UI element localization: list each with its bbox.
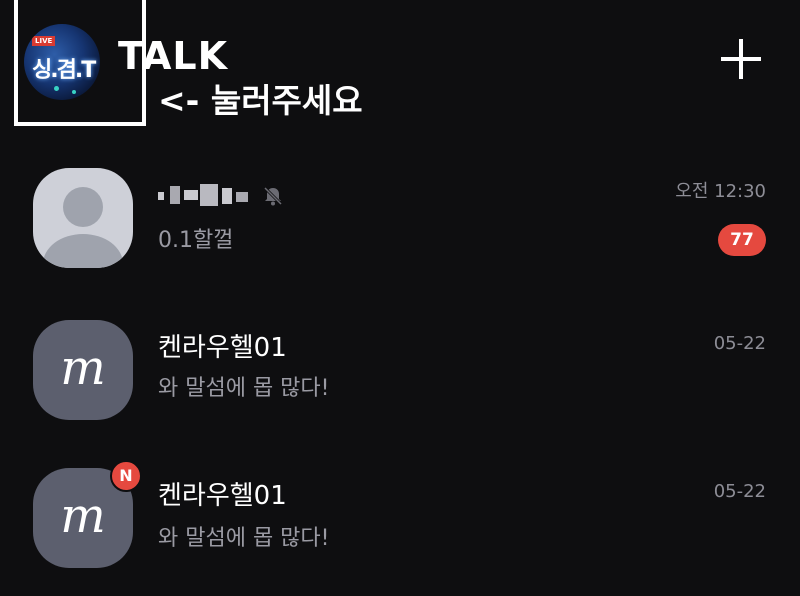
chat-preview: 와 말섬에 몹 많다! — [158, 376, 330, 401]
avatar-letter: m — [60, 488, 106, 544]
plus-icon-vertical — [739, 39, 743, 79]
default-person-avatar — [33, 168, 133, 268]
bell-slash-icon — [263, 186, 283, 206]
profile-logo-button[interactable]: LIVE 싱.겸.T — [24, 24, 100, 100]
chat-list-screen: LIVE 싱.겸.T TALK <- 눌러주세요 0.1할껄 오전 12:30 … — [0, 0, 800, 596]
logo-text: 싱.겸.T — [32, 58, 96, 83]
chat-name: 켄라우헬01 — [158, 333, 287, 363]
avatar-letter: m — [60, 340, 106, 396]
chat-name: 켄라우헬01 — [158, 481, 287, 511]
chat-time: 05-22 — [713, 333, 766, 354]
logo-decoration — [72, 90, 76, 94]
unread-count-badge: 77 — [718, 224, 766, 256]
chat-list-item[interactable] — [0, 158, 800, 288]
app-title: TALK — [118, 34, 229, 78]
chat-time: 오전 12:30 — [675, 181, 766, 202]
new-message-badge: N — [110, 460, 142, 492]
hint-text: <- 눌러주세요 — [158, 81, 363, 120]
plus-icon[interactable] — [718, 36, 764, 82]
live-badge: LIVE — [32, 36, 56, 46]
chat-preview: 0.1할껄 — [158, 228, 234, 253]
avatar-head — [63, 187, 103, 227]
chat-list-item[interactable]: m N — [0, 458, 800, 588]
avatar-body — [43, 234, 123, 268]
chat-time: 05-22 — [713, 481, 766, 502]
chat-list-item[interactable]: m — [0, 310, 800, 440]
logo-decoration — [54, 86, 59, 91]
censored-chat-name — [158, 182, 250, 208]
chat-preview: 와 말섬에 몹 많다! — [158, 526, 330, 551]
m-logo-avatar: m — [33, 320, 133, 420]
